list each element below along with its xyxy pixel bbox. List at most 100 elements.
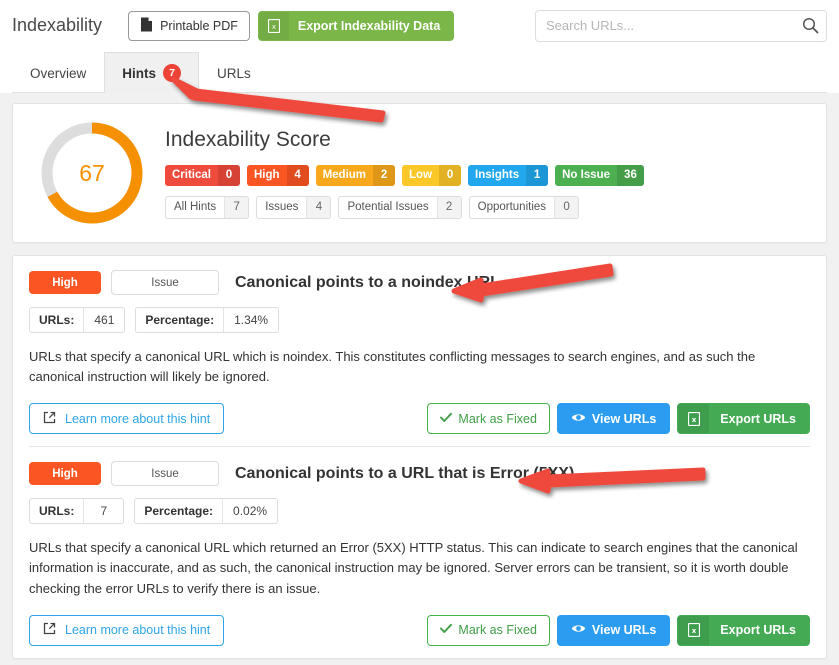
tab-urls[interactable]: URLs [199, 52, 269, 93]
severity-pill-critical-count: 0 [218, 164, 240, 186]
score-value: 67 [79, 159, 105, 186]
svg-text:x: x [692, 416, 697, 424]
top-header-bar: Indexability Printable PDF x Export Inde… [0, 0, 839, 51]
hint-urls-label: URLs: [39, 504, 75, 519]
hint-percentage-stat: Percentage: 1.34% [135, 307, 280, 333]
score-heading: Indexability Score [165, 127, 331, 151]
file-icon [140, 17, 153, 35]
hint-type-badge[interactable]: Issue [111, 270, 219, 295]
search-icon[interactable] [802, 17, 819, 34]
export-urls-button[interactable]: x Export URLs [677, 403, 810, 435]
severity-pill-insights-label: Insights [475, 169, 520, 181]
filter-pill-issues[interactable]: Issues 4 [256, 195, 332, 219]
page-root: Indexability Printable PDF x Export Inde… [0, 0, 839, 665]
severity-pill-high[interactable]: High 4 [247, 164, 309, 186]
filter-pill-opportunities-label: Opportunities [477, 201, 547, 213]
severity-pill-no-issue[interactable]: No Issue 36 [555, 164, 644, 186]
eye-icon [571, 623, 586, 637]
hint-urls-value: 461 [83, 308, 124, 332]
hint-percentage-value: 1.34% [223, 308, 278, 332]
severity-pill-high-label: High [254, 169, 280, 181]
spreadsheet-icon: x [258, 11, 289, 40]
severity-pill-medium-count: 2 [373, 164, 396, 186]
svg-text:x: x [692, 627, 697, 635]
hint-row: High Issue Canonical points to a URL tha… [29, 446, 810, 657]
tab-overview[interactable]: Overview [12, 52, 104, 93]
svg-text:x: x [272, 23, 276, 31]
hint-description: URLs that specify a canonical URL which … [29, 349, 756, 385]
hint-percentage-label: Percentage: [145, 313, 215, 327]
hint-percentage-label: Percentage: [144, 504, 214, 519]
export-indexability-data-button[interactable]: x Export Indexability Data [257, 10, 455, 41]
spreadsheet-icon: x [678, 615, 710, 645]
page-title: Indexability [12, 15, 103, 35]
severity-pill-low-label: Low [409, 169, 433, 181]
filter-pill-opportunities[interactable]: Opportunities 0 [468, 195, 580, 219]
printable-pdf-label: Printable PDF [160, 18, 238, 33]
search-input[interactable] [535, 9, 827, 42]
hint-urls-stat: URLs: 7 [29, 498, 125, 525]
content-area: 67 Indexability Score Critical 0 High 4 … [0, 93, 839, 659]
learn-more-button[interactable]: Learn more about this hint [29, 614, 225, 646]
severity-pill-insights[interactable]: Insights 1 [468, 164, 549, 186]
external-link-icon [43, 622, 56, 638]
tab-bar: Overview Hints 7 URLs [12, 51, 827, 93]
hint-urls-label: URLs: [39, 313, 75, 327]
hint-type-badge[interactable]: Issue [111, 461, 219, 487]
search-container [535, 9, 827, 42]
hint-stats: URLs: 461 Percentage: 1.34% [29, 307, 810, 333]
score-details: Indexability Score Critical 0 High 4 Med… [165, 128, 810, 219]
filter-pill-all-hints-label: All Hints [174, 201, 217, 213]
filter-pill-potential-issues[interactable]: Potential Issues 2 [338, 195, 462, 219]
severity-pill-low-count: 0 [439, 164, 462, 186]
check-icon [440, 623, 453, 637]
severity-pill-critical-label: Critical [172, 169, 211, 181]
severity-pill-critical[interactable]: Critical 0 [165, 164, 240, 186]
learn-more-label: Learn more about this hint [65, 623, 211, 638]
severity-pill-no-issue-label: No Issue [562, 169, 611, 181]
filter-pill-row: All Hints 7 Issues 4 Potential Issues 2 … [165, 195, 810, 219]
severity-pill-medium[interactable]: Medium 2 [315, 164, 396, 186]
mark-as-fixed-button[interactable]: Mark as Fixed [427, 403, 550, 435]
score-donut-chart: 67 [37, 118, 147, 228]
hint-description: URLs that specify a canonical URL which … [29, 540, 798, 596]
severity-pill-low[interactable]: Low 0 [402, 164, 462, 186]
external-link-icon [43, 411, 56, 427]
view-urls-button[interactable]: View URLs [556, 614, 671, 646]
hint-title: Canonical points to a URL that is Error … [235, 464, 575, 482]
hint-header: High Issue Canonical points to a noindex… [29, 270, 810, 295]
filter-pill-all-hints[interactable]: All Hints 7 [165, 195, 250, 219]
view-urls-label: View URLs [591, 623, 657, 638]
eye-icon [571, 412, 586, 426]
hint-percentage-stat: Percentage: 0.02% [134, 498, 279, 525]
hint-stats: URLs: 7 Percentage: 0.02% [29, 498, 810, 525]
severity-pill-row: Critical 0 High 4 Medium 2 Low 0 Insight… [165, 164, 810, 186]
filter-pill-issues-count: 4 [306, 196, 331, 218]
mark-as-fixed-button[interactable]: Mark as Fixed [427, 614, 550, 646]
tab-overview-label: Overview [30, 65, 87, 81]
view-urls-button[interactable]: View URLs [556, 403, 671, 435]
hint-urls-stat: URLs: 461 [29, 307, 126, 333]
printable-pdf-button[interactable]: Printable PDF [128, 10, 250, 41]
hint-severity-badge[interactable]: High [29, 271, 101, 294]
view-urls-label: View URLs [591, 411, 657, 426]
export-urls-button[interactable]: x Export URLs [677, 614, 810, 646]
export-urls-label: Export URLs [720, 411, 796, 426]
tab-bar-container: Overview Hints 7 URLs [0, 51, 839, 93]
learn-more-button[interactable]: Learn more about this hint [29, 403, 225, 435]
mark-as-fixed-label: Mark as Fixed [458, 623, 537, 638]
severity-pill-medium-label: Medium [322, 169, 367, 181]
hint-header: High Issue Canonical points to a URL tha… [29, 461, 810, 487]
indexability-score-card: 67 Indexability Score Critical 0 High 4 … [12, 103, 827, 243]
tab-hints-label: Hints [122, 65, 157, 81]
header-actions: Printable PDF x Export Indexability Data [128, 10, 455, 41]
check-icon [440, 412, 453, 426]
filter-pill-issues-label: Issues [265, 201, 299, 213]
hint-right-actions: Mark as Fixed View URLs x Export URLs [427, 403, 810, 435]
hint-severity-badge[interactable]: High [29, 462, 101, 486]
hint-percentage-value: 0.02% [222, 499, 277, 524]
tab-hints[interactable]: Hints 7 [104, 52, 200, 93]
export-indexability-data-label: Export Indexability Data [297, 18, 441, 33]
filter-pill-potential-issues-label: Potential Issues [347, 201, 429, 213]
hint-right-actions: Mark as Fixed View URLs x Export URLs [427, 614, 810, 646]
